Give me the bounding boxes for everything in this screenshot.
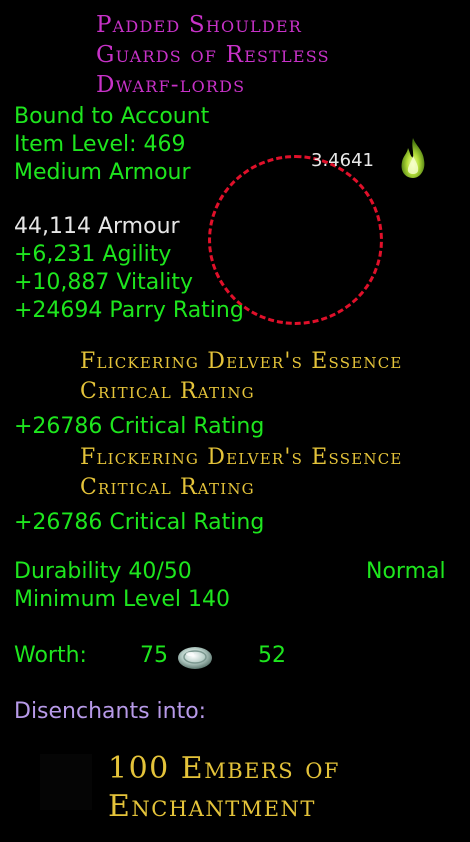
- disenchant-label: Disenchants into:: [14, 699, 207, 724]
- disenchant-result-line-1: 100 Embers of: [108, 751, 340, 786]
- parry-stat: +24694 Parry Rating: [14, 298, 244, 323]
- item-tooltip: Padded Shoulder Guards of Restless Dwarf…: [0, 0, 470, 842]
- armour-type: Medium Armour: [14, 160, 191, 185]
- ember-icon: [40, 754, 92, 810]
- agility-stat: +6,231 Agility: [14, 242, 172, 267]
- worth-silver: 52: [258, 643, 286, 668]
- essence-1-name-2: Critical Rating: [80, 379, 255, 404]
- durability: Durability 40/50: [14, 559, 192, 584]
- item-score: 3.4641: [311, 150, 374, 171]
- essence-2-name-2: Critical Rating: [80, 475, 255, 500]
- binding-text: Bound to Account: [14, 104, 210, 129]
- essence-2-name: Flickering Delver's Essence: [80, 445, 403, 470]
- coin-icon: [178, 647, 212, 669]
- armour-stat: 44,114 Armour: [14, 214, 180, 239]
- flame-icon: [401, 138, 425, 178]
- item-name-line-1: Padded Shoulder: [96, 12, 302, 38]
- essence-1-name: Flickering Delver's Essence: [80, 349, 403, 374]
- worth-label: Worth:: [14, 643, 87, 668]
- disenchant-result: 100 Embers of Enchantment: [108, 750, 340, 826]
- vitality-stat: +10,887 Vitality: [14, 270, 194, 295]
- worth-gold: 75: [140, 643, 168, 668]
- item-name: Padded Shoulder Guards of Restless Dwarf…: [96, 10, 330, 100]
- essence-2-bonus: +26786 Critical Rating: [14, 510, 265, 535]
- minimum-level: Minimum Level 140: [14, 587, 231, 612]
- item-name-line-2: Guards of Restless: [96, 42, 330, 68]
- item-level: Item Level: 469: [14, 132, 186, 157]
- disenchant-result-line-2: Enchantment: [108, 789, 316, 824]
- essence-1-bonus: +26786 Critical Rating: [14, 414, 265, 439]
- durability-state: Normal: [366, 559, 446, 584]
- item-name-line-3: Dwarf-lords: [96, 72, 246, 98]
